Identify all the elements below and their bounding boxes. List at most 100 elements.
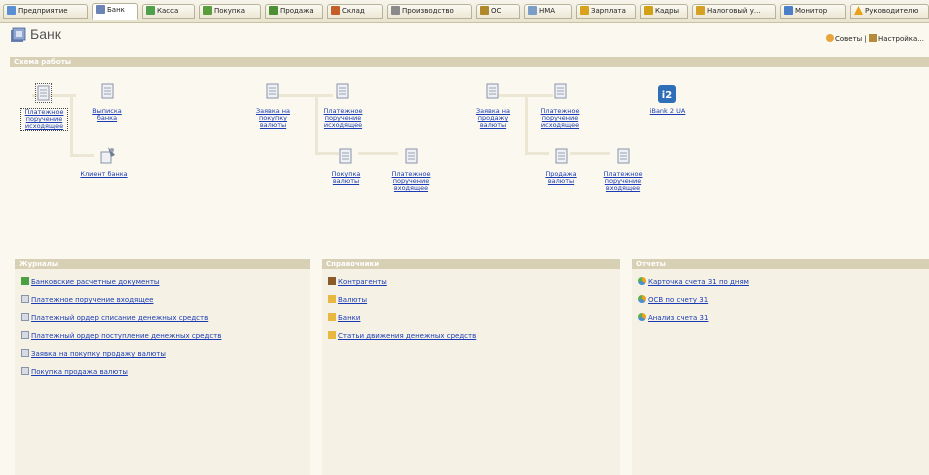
tab-label: Продажа [280,7,314,15]
report-icon [638,277,646,285]
tab-label: Кадры [655,7,680,15]
separator: | [864,35,867,43]
connector [570,152,610,155]
tips-icon [826,34,834,42]
tab-sale[interactable]: Продажа [265,4,323,19]
node-payment-out-3[interactable]: Платежное поручение исходящее [537,108,583,129]
node-payment-in-1[interactable]: Платежное поручение входящее [388,171,434,192]
journal-link[interactable]: Покупка продажа валюты [31,368,128,376]
node-sell-currency[interactable]: Продажа валюты [540,171,582,185]
catalog-item[interactable]: Банки [328,313,360,322]
journal-link[interactable]: Заявка на покупку продажу валюты [31,350,166,358]
tab-label: ОС [491,7,502,15]
report-link[interactable]: Карточка счета 31 по дням [648,278,749,286]
tab-monitor[interactable]: Монитор [780,4,846,19]
tab-label: Касса [157,7,179,15]
catalog-icon [328,295,336,303]
tab-label: Предприятие [18,7,68,15]
catalog-icon [328,331,336,339]
journal-link[interactable]: Платежное поручение входящее [31,296,153,304]
node-bank-client[interactable]: Клиент банка [76,171,132,178]
journal-item[interactable]: Заявка на покупку продажу валюты [21,349,166,358]
document-icon [101,83,114,99]
catalog-link[interactable]: Банки [338,314,360,322]
document-icon [486,83,499,99]
tab-enterprise[interactable]: Предприятие [3,4,88,19]
settings-link[interactable]: Настройка... [878,35,924,43]
document-icon [21,295,29,303]
document-icon [21,313,29,321]
tab-personnel[interactable]: Кадры [640,4,688,19]
tab-label: Производство [402,7,454,15]
warning-icon [854,6,863,15]
report-icon [638,295,646,303]
tab-intangible[interactable]: НМА [524,4,572,19]
document-icon [266,83,279,99]
journal-link[interactable]: Платежный ордер поступление денежных сре… [31,332,221,340]
intangible-icon [528,6,537,15]
tab-manager[interactable]: Руководителю [850,4,929,19]
cash-icon [146,6,155,15]
tab-production[interactable]: Производство [387,4,472,19]
document-icon [554,83,567,99]
report-item[interactable]: ОСВ по счету 31 [638,295,708,304]
tab-bank[interactable]: Банк [92,3,138,20]
tab-purchase[interactable]: Покупка [199,4,261,19]
tab-label: Банк [107,6,125,14]
journal-item[interactable]: Банковские расчетные документы [21,277,159,286]
sale-icon [269,6,278,15]
journals-panel: Банковские расчетные документы Платежное… [15,269,310,475]
document-icon [405,148,418,164]
document-icon [339,148,352,164]
tab-fixed-assets[interactable]: ОС [476,4,520,19]
purchase-icon [203,6,212,15]
tab-tax[interactable]: Налоговый у... [692,4,776,19]
tab-label: Покупка [214,7,246,15]
tab-label: Налоговый у... [707,7,761,15]
node-request-sell-currency[interactable]: Заявка на продажу валюты [468,108,518,129]
tab-label: НМА [539,7,556,15]
workflow-scheme: Платежное поручение исходящее Выписка ба… [10,67,929,245]
node-bank-statement[interactable]: Выписка банка [85,108,129,122]
report-icon [638,313,646,321]
report-item[interactable]: Карточка счета 31 по дням [638,277,749,286]
tab-label: Зарплата [591,7,626,15]
node-request-buy-currency[interactable]: Заявка на покупку валюты [248,108,298,129]
node-buy-currency[interactable]: Покупка валюты [325,171,367,185]
warehouse-icon [331,6,340,15]
report-item[interactable]: Анализ счета 31 [638,313,708,322]
tab-warehouse[interactable]: Склад [327,4,383,19]
document-icon [21,331,29,339]
journal-item[interactable]: Покупка продажа валюты [21,367,128,376]
node-payment-out-2[interactable]: Платежное поручение исходящее [320,108,366,129]
report-link[interactable]: ОСВ по счету 31 [648,296,708,304]
tab-salary[interactable]: Зарплата [576,4,636,19]
catalog-item[interactable]: Валюты [328,295,367,304]
scheme-header: Схема работы [10,57,929,67]
journal-item[interactable]: Платежное поручение входящее [21,295,153,304]
journal-item[interactable]: Платежный ордер списание денежных средст… [21,313,208,322]
node-ibank[interactable]: iBank 2 UA [640,108,695,115]
tips-link[interactable]: Советы [835,35,862,43]
catalog-link[interactable]: Статьи движения денежных средств [338,332,476,340]
catalog-link[interactable]: Контрагенты [338,278,387,286]
catalogs-panel: Контрагенты Валюты Банки Статьи движения… [322,269,620,475]
journal-link[interactable]: Платежный ордер списание денежных средст… [31,314,208,322]
connector [70,154,94,157]
catalog-item[interactable]: Контрагенты [328,277,387,286]
node-payment-out-1[interactable]: Платежное поручение исходящее [20,108,68,131]
monitor-icon [784,6,793,15]
journals-header: Журналы [15,259,310,269]
catalog-item[interactable]: Статьи движения денежных средств [328,331,476,340]
tab-label: Склад [342,7,365,15]
enterprise-icon [7,6,16,15]
journal-link[interactable]: Банковские расчетные документы [31,278,159,286]
catalog-link[interactable]: Валюты [338,296,367,304]
report-link[interactable]: Анализ счета 31 [648,314,708,322]
tab-cash[interactable]: Касса [142,4,195,19]
bank-icon [11,27,26,42]
journal-item[interactable]: Платежный ордер поступление денежных сре… [21,331,221,340]
document-icon [617,148,630,164]
node-payment-in-2[interactable]: Платежное поручение входящее [600,171,646,192]
journal-icon [21,277,29,285]
